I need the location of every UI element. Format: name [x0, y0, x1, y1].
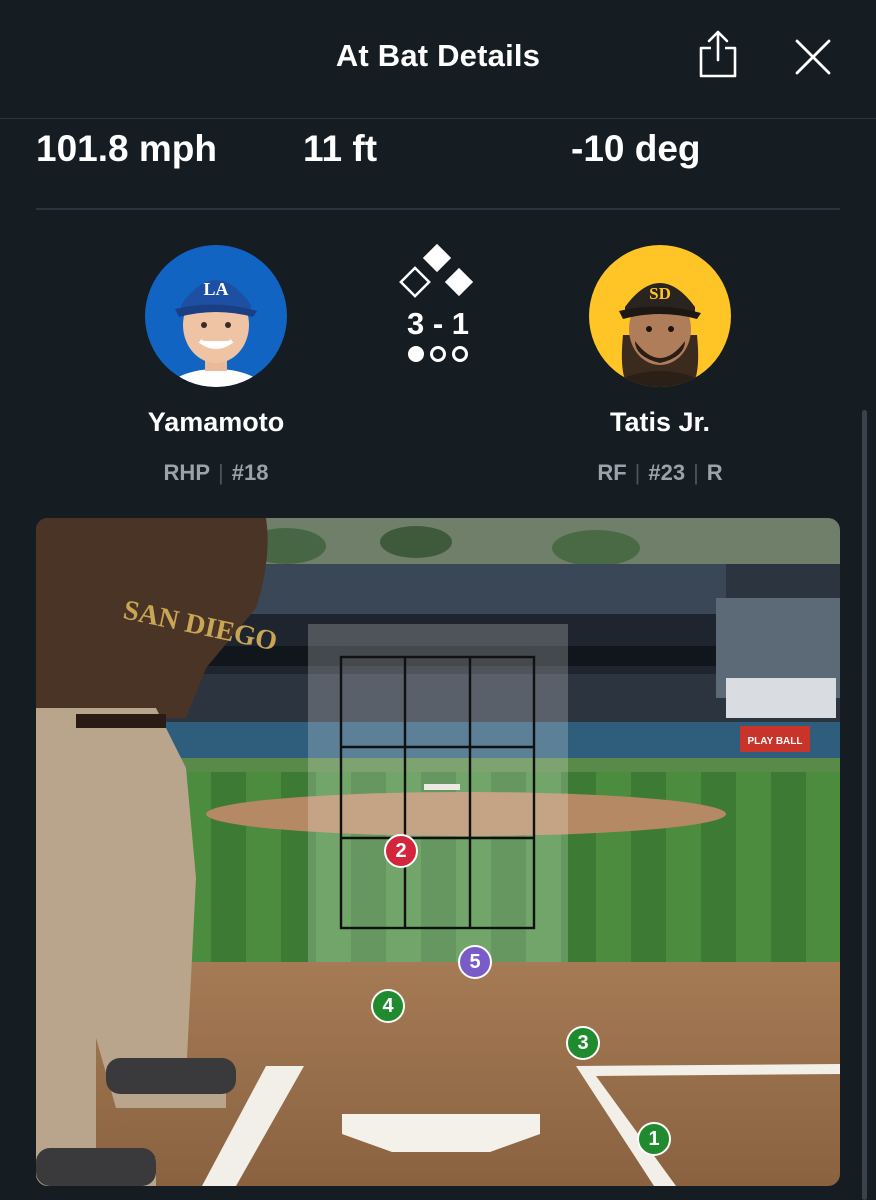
batter-position: RF	[597, 460, 627, 485]
pitcher-number: #18	[231, 460, 269, 485]
batter-meta: RF | #23 | R	[597, 460, 723, 485]
out-dot	[452, 346, 468, 362]
padres-logo: SD	[649, 284, 671, 303]
close-icon	[795, 39, 831, 75]
pitcher-throws: RHP	[163, 460, 210, 485]
pitcher-card[interactable]: LA Yamamoto RHP | #18	[106, 245, 326, 486]
share-icon	[699, 30, 737, 78]
pitch-marker[interactable]: 3	[566, 1026, 600, 1060]
page-title: At Bat Details	[335, 38, 541, 73]
batter-avatar: SD	[589, 245, 731, 387]
pitcher-name: Yamamoto	[147, 407, 285, 437]
pitch-marker[interactable]: 2	[384, 834, 418, 868]
svg-text:PLAY BALL: PLAY BALL	[747, 736, 802, 747]
close-button[interactable]	[792, 36, 834, 78]
scrollbar[interactable]	[862, 410, 867, 1200]
divider	[36, 208, 840, 210]
hit-stats: 101.8 mph 11 ft -10 deg	[0, 120, 876, 210]
out-dot	[408, 346, 424, 362]
first-base	[444, 267, 474, 297]
launch-angle-value: -10 deg	[571, 128, 701, 169]
outs-indicator	[388, 346, 488, 362]
batter-name: Tatis Jr.	[609, 407, 711, 437]
pitch-marker[interactable]: 1	[637, 1122, 671, 1156]
pitch-marker[interactable]: 5	[458, 945, 492, 979]
ball-strike-count: 3 - 1	[406, 306, 470, 341]
distance-value: 11 ft	[303, 128, 378, 169]
app-header: At Bat Details	[0, 0, 876, 119]
share-button[interactable]	[696, 28, 740, 80]
bases-diamond	[399, 244, 474, 298]
pitch-marker[interactable]: 4	[371, 989, 405, 1023]
pitcher-avatar: LA	[145, 245, 287, 387]
game-state: 3 - 1	[388, 244, 488, 362]
stadium-scene: PLAY BALL SAN DIEGO	[36, 518, 840, 1186]
dodgers-logo: LA	[203, 279, 228, 299]
strike-zone-overlay	[308, 624, 568, 962]
pitcher-meta: RHP | #18	[163, 460, 269, 485]
batter-bats: R	[706, 460, 723, 485]
second-base	[422, 244, 452, 273]
batter-card[interactable]: SD Tatis Jr. RF | #23 | R	[550, 245, 770, 486]
out-dot	[430, 346, 446, 362]
exit-velocity-value: 101.8 mph	[36, 128, 217, 169]
pitch-location-view: PLAY BALL SAN DIEGO 1 2 3 4 5	[36, 518, 840, 1186]
third-base	[399, 266, 431, 298]
batter-number: #23	[648, 460, 686, 485]
